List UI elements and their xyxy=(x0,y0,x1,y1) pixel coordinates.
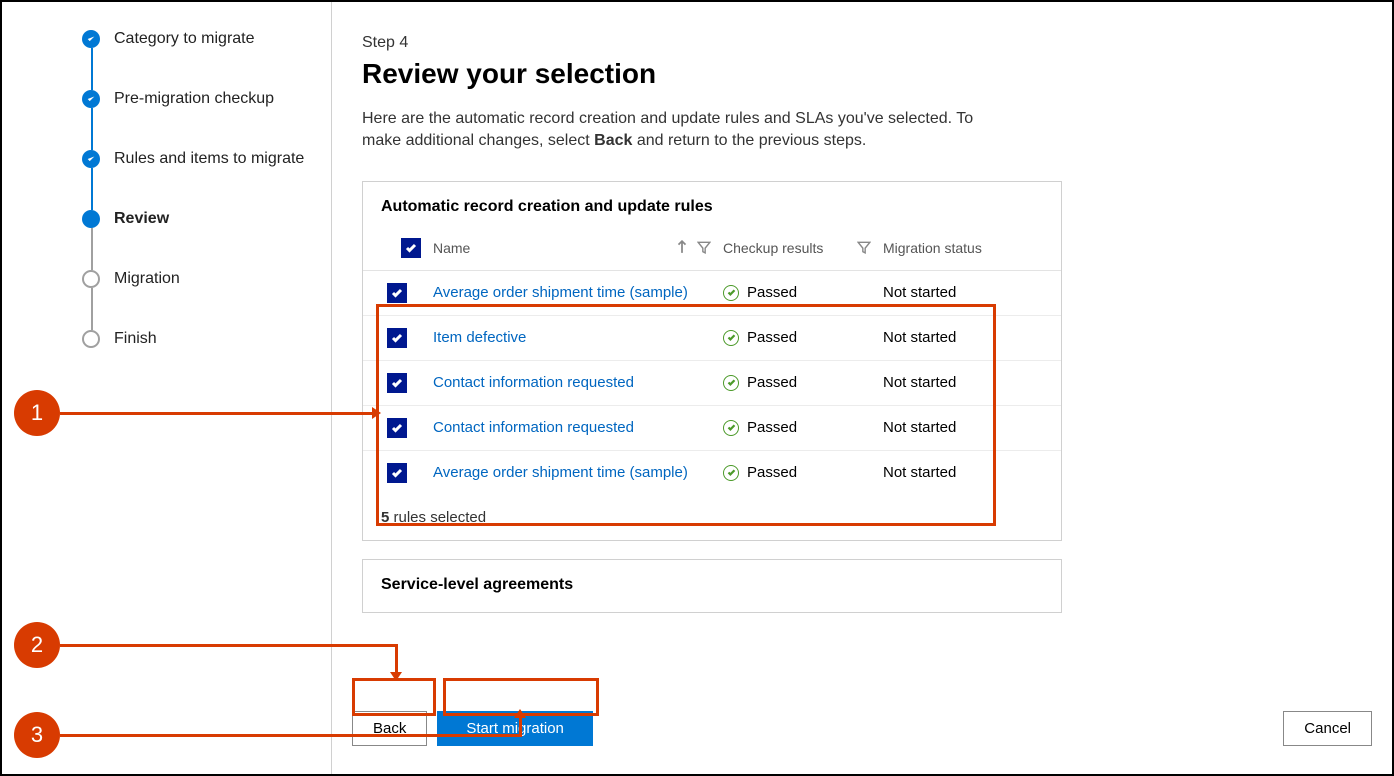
check-circle-icon xyxy=(723,465,739,481)
footer-buttons: Back Start migration Cancel xyxy=(352,711,1372,746)
checkup-text: Passed xyxy=(747,284,797,301)
rule-name-link[interactable]: Contact information requested xyxy=(433,419,634,436)
step-category-to-migrate[interactable]: Category to migrate xyxy=(82,30,331,48)
intro-bold: Back xyxy=(594,132,632,149)
annotation-badge-3: 3 xyxy=(14,712,60,758)
checkup-text: Passed xyxy=(747,329,797,346)
current-step-icon xyxy=(82,210,100,228)
table-row: Average order shipment time (sample) Pas… xyxy=(363,450,1061,495)
back-button[interactable]: Back xyxy=(352,711,427,746)
checkup-text: Passed xyxy=(747,464,797,481)
rule-name-link[interactable]: Item defective xyxy=(433,329,526,346)
step-label: Pre-migration checkup xyxy=(114,90,274,108)
check-circle-icon xyxy=(82,30,100,48)
column-label: Checkup results xyxy=(723,240,823,256)
migration-status: Not started xyxy=(883,329,956,346)
table-row: Item defective Passed Not started xyxy=(363,315,1061,360)
annotation-badge-2: 2 xyxy=(14,622,60,668)
select-all-checkbox[interactable] xyxy=(401,238,421,258)
rules-panel: Automatic record creation and update rul… xyxy=(362,181,1062,541)
checkup-text: Passed xyxy=(747,374,797,391)
checkup-result: Passed xyxy=(723,284,871,301)
filter-icon[interactable] xyxy=(857,240,871,254)
annotation-line-3h xyxy=(60,734,520,737)
annotation-arrow-3 xyxy=(514,709,526,718)
check-circle-icon xyxy=(723,330,739,346)
step-finish[interactable]: Finish xyxy=(82,330,331,348)
step-label: Review xyxy=(114,210,169,228)
check-circle-icon xyxy=(723,420,739,436)
todo-step-icon xyxy=(82,330,100,348)
column-header-status[interactable]: Migration status xyxy=(877,226,1061,271)
summary-text: rules selected xyxy=(389,509,486,526)
migration-status: Not started xyxy=(883,374,956,391)
step-label: Category to migrate xyxy=(114,30,255,48)
column-header-checkup[interactable]: Checkup results xyxy=(717,226,877,271)
annotation-line-3v xyxy=(519,717,522,737)
migration-status: Not started xyxy=(883,419,956,436)
filter-icon[interactable] xyxy=(697,240,711,254)
row-checkbox[interactable] xyxy=(387,418,407,438)
checkup-text: Passed xyxy=(747,419,797,436)
rule-name-link[interactable]: Average order shipment time (sample) xyxy=(433,464,688,481)
checkup-result: Passed xyxy=(723,464,871,481)
column-header-name[interactable]: Name xyxy=(427,226,717,271)
table-row: Contact information requested Passed Not… xyxy=(363,360,1061,405)
step-label: Finish xyxy=(114,330,157,348)
sla-panel: Service-level agreements xyxy=(362,559,1062,613)
annotation-badge-1: 1 xyxy=(14,390,60,436)
step-label: Rules and items to migrate xyxy=(114,150,304,168)
annotation-line-1 xyxy=(60,412,372,415)
sort-ascending-icon[interactable] xyxy=(675,240,689,254)
step-review[interactable]: Review xyxy=(82,210,331,228)
row-checkbox[interactable] xyxy=(387,328,407,348)
check-circle-icon xyxy=(82,150,100,168)
table-row: Contact information requested Passed Not… xyxy=(363,405,1061,450)
check-circle-icon xyxy=(723,375,739,391)
checkup-result: Passed xyxy=(723,329,871,346)
column-label: Name xyxy=(433,240,470,256)
check-circle-icon xyxy=(723,285,739,301)
row-checkbox[interactable] xyxy=(387,463,407,483)
sla-panel-title: Service-level agreements xyxy=(363,560,1061,612)
rule-name-link[interactable]: Average order shipment time (sample) xyxy=(433,284,688,301)
todo-step-icon xyxy=(82,270,100,288)
step-label: Migration xyxy=(114,270,180,288)
step-pre-migration-checkup[interactable]: Pre-migration checkup xyxy=(82,90,331,108)
rules-panel-title: Automatic record creation and update rul… xyxy=(363,182,1061,226)
step-number: Step 4 xyxy=(362,34,1352,52)
intro-text: Here are the automatic record creation a… xyxy=(362,108,982,153)
table-row: Average order shipment time (sample) Pas… xyxy=(363,270,1061,315)
rules-table: Name Checkup results xyxy=(363,226,1061,495)
main-content: Step 4 Review your selection Here are th… xyxy=(332,2,1392,774)
migration-status: Not started xyxy=(883,284,956,301)
rule-name-link[interactable]: Contact information requested xyxy=(433,374,634,391)
annotation-line-2v xyxy=(395,644,398,672)
checkup-result: Passed xyxy=(723,374,871,391)
annotation-line-2h xyxy=(60,644,396,647)
step-migration[interactable]: Migration xyxy=(82,270,331,288)
migration-status: Not started xyxy=(883,464,956,481)
check-circle-icon xyxy=(82,90,100,108)
column-label: Migration status xyxy=(883,240,982,256)
step-rules-and-items[interactable]: Rules and items to migrate xyxy=(82,150,331,168)
row-checkbox[interactable] xyxy=(387,373,407,393)
checkup-result: Passed xyxy=(723,419,871,436)
intro-post: and return to the previous steps. xyxy=(632,132,866,149)
cancel-button[interactable]: Cancel xyxy=(1283,711,1372,746)
row-checkbox[interactable] xyxy=(387,283,407,303)
rules-summary: 5 rules selected xyxy=(363,495,1061,540)
page-title: Review your selection xyxy=(362,58,1352,90)
